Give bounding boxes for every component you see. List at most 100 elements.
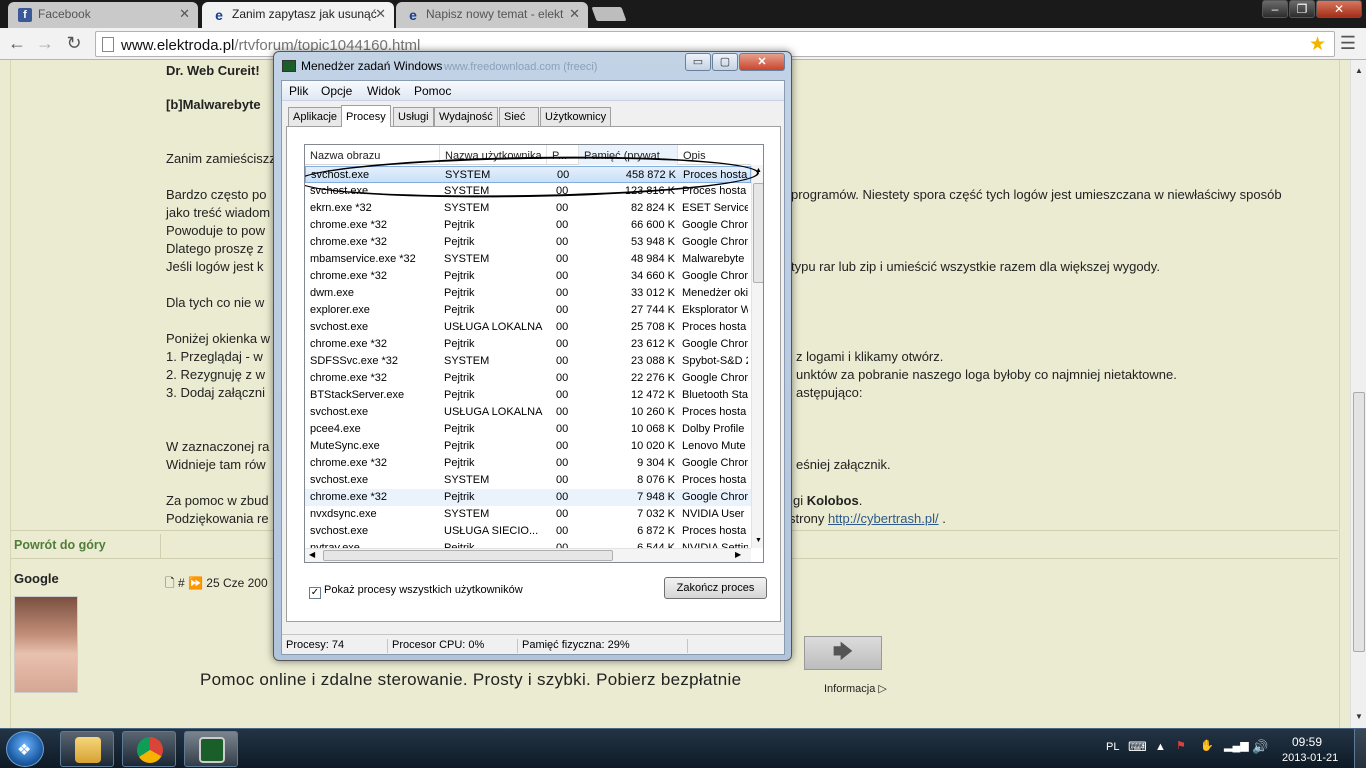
tab-siec[interactable]: Sieć [499, 107, 539, 126]
process-row[interactable]: svchost.exe USŁUGA LOKALNA 00 10 260 K Proce… [305, 404, 751, 421]
ad-arrow-button[interactable]: 🡆 [804, 636, 882, 670]
chrome-taskbar-button[interactable] [122, 731, 176, 767]
process-row[interactable]: MuteSync.exe Pejtrik 00 10 020 K Lenovo Mute [305, 438, 751, 455]
process-row[interactable]: ekrn.exe *32 SYSTEM 00 82 824 K ESET Service [305, 200, 751, 217]
tm-minimize-button[interactable]: ▭ [685, 53, 711, 71]
language-indicator[interactable]: PL [1106, 741, 1119, 753]
image-name-cell: svchost.exe [310, 185, 369, 197]
scroll-up-icon[interactable]: ▲ [1355, 66, 1363, 75]
process-list-scrollbar[interactable]: ▲ ▼ [751, 165, 763, 548]
process-row[interactable]: svchost.exe USŁUGA LOKALNA 00 25 708 K Proce… [305, 319, 751, 336]
tab-uzytkownicy[interactable]: Użytkownicy [540, 107, 612, 126]
column-cpu[interactable]: P... [547, 145, 579, 165]
tab-procesy[interactable]: Procesy [341, 105, 391, 127]
process-row[interactable]: chrome.exe *32 Pejtrik 00 22 276 K Google Ch… [305, 370, 751, 387]
ad-info-link[interactable]: Informacja ▷ [824, 682, 887, 695]
clock-date[interactable]: 2013-01-21 [1282, 752, 1338, 764]
process-row[interactable]: chrome.exe *32 Pejtrik 00 9 304 K Google Chr… [305, 455, 751, 472]
column-memory[interactable]: Pamięć (prywat [579, 145, 678, 165]
menu-plik[interactable]: Plik [289, 84, 308, 98]
end-process-button[interactable]: Zakończ proces [664, 577, 767, 599]
ad-text[interactable]: Pomoc online i zdalne sterowanie. Prosty… [200, 670, 741, 690]
menu-icon[interactable]: ☰ [1340, 33, 1356, 54]
description-cell: Eksplorator W [682, 304, 748, 316]
process-row[interactable]: svchost.exe USŁUGA SIECIO... 00 6 872 K Proc… [305, 523, 751, 540]
scrollbar-thumb[interactable] [753, 183, 763, 283]
process-list-hscrollbar[interactable]: ◀ ▶ [305, 548, 751, 562]
minimize-button[interactable]: – [1262, 0, 1288, 18]
close-tab-icon[interactable]: ✕ [569, 6, 580, 22]
task-manager-taskbar-button[interactable] [184, 731, 238, 767]
tab-aplikacje[interactable]: Aplikacje [288, 107, 343, 126]
back-arrow-icon[interactable]: ← [6, 33, 28, 54]
explorer-taskbar-button[interactable] [60, 731, 114, 767]
process-row[interactable]: chrome.exe *32 Pejtrik 00 66 600 K Google Ch… [305, 217, 751, 234]
process-row[interactable]: dwm.exe Pejtrik 00 33 012 K Menedżer okien [305, 285, 751, 302]
close-tab-icon[interactable]: ✕ [179, 6, 190, 22]
back-to-top-link[interactable]: Powrót do góry [14, 538, 106, 552]
keyboard-icon[interactable]: ⌨ [1128, 739, 1147, 755]
show-hidden-icons-icon[interactable]: ▲ [1155, 741, 1166, 753]
process-row[interactable]: svchost.exe SYSTEM 00 8 076 K Proces hosta [305, 472, 751, 489]
page-scrollbar[interactable]: ▲ ▼ [1350, 60, 1366, 728]
forward-arrow-icon[interactable]: → [34, 33, 56, 54]
post-icons[interactable]: 🗋 # ⏩ [165, 576, 203, 590]
scroll-right-icon[interactable]: ▶ [735, 550, 741, 559]
maximize-button[interactable]: ❐ [1289, 0, 1315, 18]
image-name-cell: chrome.exe *32 [310, 270, 388, 282]
process-row[interactable]: explorer.exe Pejtrik 00 27 744 K Eksplorator… [305, 302, 751, 319]
process-row[interactable]: mbamservice.exe *32 SYSTEM 00 48 984 K Malwa… [305, 251, 751, 268]
column-image-name[interactable]: Nazwa obrazu [305, 145, 440, 165]
process-row[interactable]: chrome.exe *32 Pejtrik 00 23 612 K Google Ch… [305, 336, 751, 353]
menu-opcje[interactable]: Opcje [321, 84, 352, 98]
menu-widok[interactable]: Widok [367, 84, 400, 98]
new-tab-button[interactable] [591, 7, 627, 21]
volume-icon[interactable]: 🔊 [1252, 739, 1268, 755]
memory-cell: 82 824 K [630, 202, 675, 214]
tab-current[interactable]: e Zanim zapytasz jak usunąć ✕ [202, 2, 394, 28]
post-line: Dla tych co nie w [166, 295, 265, 310]
memory-cell: 8 076 K [637, 474, 675, 486]
process-row[interactable]: SDFSSvc.exe *32 SYSTEM 00 23 088 K Spybot-S&… [305, 353, 751, 370]
scroll-down-icon[interactable]: ▼ [755, 537, 762, 544]
tab-uslugi[interactable]: Usługi [393, 107, 434, 126]
tm-close-button[interactable]: ✕ [739, 53, 785, 71]
tab-wydajnosc[interactable]: Wydajność [434, 107, 498, 126]
process-row[interactable]: BTStackServer.exe Pejtrik 00 12 472 K Blueto… [305, 387, 751, 404]
process-row[interactable]: svchost.exe SYSTEM 00 458 872 K Proces hosta [305, 166, 751, 183]
tab-facebook[interactable]: f Facebook ✕ [8, 2, 198, 28]
process-row[interactable]: pcee4.exe Pejtrik 00 10 068 K Dolby Profile [305, 421, 751, 438]
process-row[interactable]: chrome.exe *32 Pejtrik 00 7 948 K Google Chr… [305, 489, 751, 506]
scroll-left-icon[interactable]: ◀ [309, 550, 315, 559]
column-user-name[interactable]: Nazwa użytkownika [440, 145, 547, 165]
clock-time[interactable]: 09:59 [1292, 735, 1322, 749]
scroll-down-icon[interactable]: ▼ [1355, 712, 1363, 721]
process-list[interactable]: Nazwa obrazu Nazwa użytkownika P... Pami… [304, 144, 764, 563]
security-alert-icon[interactable]: ⚑ [1176, 739, 1186, 752]
reload-icon[interactable]: ↻ [63, 33, 85, 54]
scrollbar-thumb[interactable] [1353, 392, 1365, 652]
process-row[interactable]: nvxdsync.exe SYSTEM 00 7 032 K NVIDIA User [305, 506, 751, 523]
start-button[interactable]: ❖ [6, 731, 44, 767]
checkbox[interactable]: ✓ [309, 587, 321, 599]
process-row[interactable]: svchost.exe SYSTEM 00 123 816 K Proces hosta [305, 183, 751, 200]
tab-new-topic[interactable]: e Napisz nowy temat - elekt ✕ [396, 2, 588, 28]
close-button[interactable]: ✕ [1316, 0, 1362, 18]
show-all-processes-checkbox[interactable]: ✓ Pokaż procesy wszystkich użytkowników [309, 584, 523, 599]
star-icon[interactable]: ★ [1309, 33, 1326, 56]
process-row[interactable]: chrome.exe *32 Pejtrik 00 53 948 K Google Ch… [305, 234, 751, 251]
task-manager-window[interactable]: Menedżer zadań Windows www.freedownload.… [273, 51, 792, 661]
close-tab-icon[interactable]: ✕ [375, 6, 386, 22]
scrollbar-thumb[interactable] [323, 550, 613, 561]
signal-icon[interactable]: ▂▄▆ [1224, 739, 1249, 752]
network-alert-icon[interactable]: ✋ [1200, 739, 1214, 752]
tm-maximize-button[interactable]: ▢ [712, 53, 738, 71]
process-row[interactable]: chrome.exe *32 Pejtrik 00 34 660 K Google Ch… [305, 268, 751, 285]
column-description[interactable]: Opis [678, 145, 751, 165]
cybertrash-link[interactable]: http://cybertrash.pl/ [828, 511, 939, 526]
scroll-up-icon[interactable]: ▲ [755, 167, 762, 174]
user-name-cell: SYSTEM [444, 185, 490, 197]
show-desktop-button[interactable] [1354, 729, 1366, 768]
user-name-cell: Pejtrik [444, 270, 475, 282]
menu-pomoc[interactable]: Pomoc [414, 84, 451, 98]
